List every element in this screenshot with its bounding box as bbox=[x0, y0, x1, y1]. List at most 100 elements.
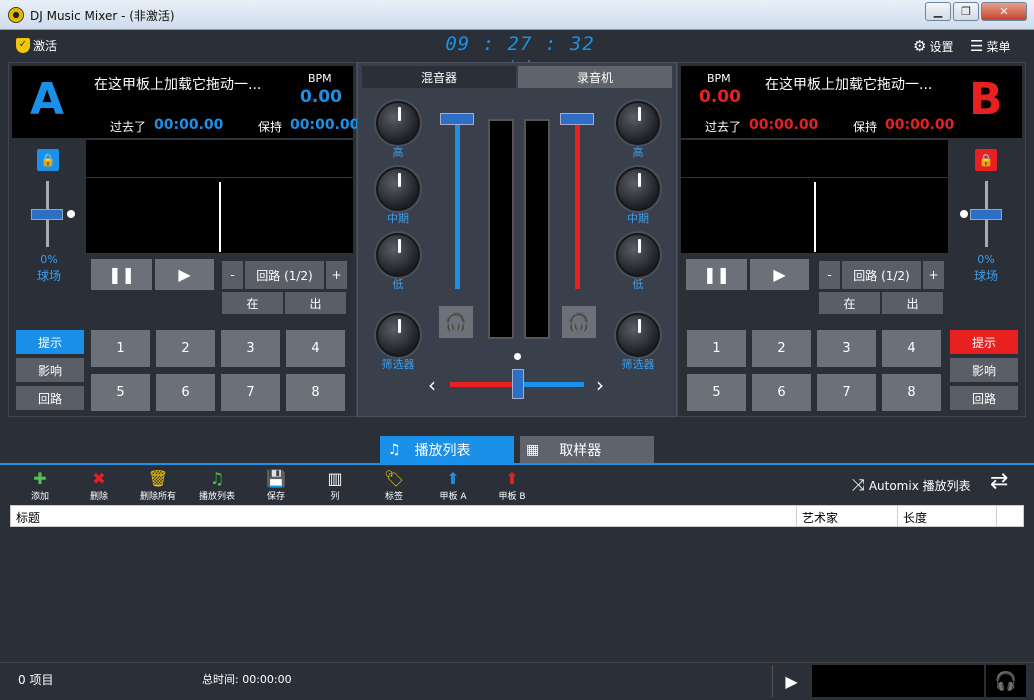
deck-a-loop-plus-button[interactable]: + bbox=[326, 261, 347, 289]
add-button[interactable]: ✚ 添加 bbox=[15, 469, 65, 502]
deck-b-effect-button[interactable]: 影响 bbox=[950, 358, 1018, 382]
deck-b-out-button[interactable]: 出 bbox=[882, 292, 943, 314]
playlist-button[interactable]: ♫ 播放列表 bbox=[192, 469, 242, 502]
deck-b-play-button[interactable]: ▶ bbox=[750, 259, 809, 290]
minimize-button[interactable]: ▁ bbox=[925, 2, 951, 21]
deck-a-pad-7[interactable]: 7 bbox=[221, 374, 280, 411]
crossfader-handle[interactable] bbox=[512, 369, 524, 399]
deck-a-load-label: 甲板 A bbox=[439, 492, 467, 502]
restore-button[interactable]: ❐ bbox=[953, 2, 979, 21]
column-title[interactable]: 标题 bbox=[16, 509, 40, 526]
deck-a-waveform[interactable] bbox=[86, 177, 353, 253]
knob-a-low-label: 低 bbox=[392, 278, 404, 291]
tab-playlist[interactable]: ♫ 播放列表 bbox=[380, 436, 514, 463]
volume-fader-b[interactable] bbox=[558, 113, 598, 293]
deck-a-pause-button[interactable]: ❚❚ bbox=[91, 259, 152, 290]
title-bar: DJ Music Mixer - (非激活) ▁ ❐ ✕ bbox=[0, 0, 1034, 30]
deck-a-lock-button[interactable]: 🔒 bbox=[37, 149, 59, 171]
knob-a-high[interactable] bbox=[376, 101, 420, 145]
deck-a-pitch-slider[interactable] bbox=[27, 181, 75, 251]
deck-b-pad-3[interactable]: 3 bbox=[817, 330, 876, 367]
deck-b-pad-1[interactable]: 1 bbox=[687, 330, 746, 367]
knob-b-low-label: 低 bbox=[632, 278, 644, 291]
deck-a-play-button[interactable]: ▶ bbox=[155, 259, 214, 290]
knob-b-low[interactable] bbox=[616, 233, 660, 277]
preview-progress[interactable] bbox=[812, 665, 984, 697]
columns-button[interactable]: ▥ 列 bbox=[310, 469, 360, 502]
deck-b-loop-plus-button[interactable]: + bbox=[923, 261, 944, 289]
deck-b-loop-button[interactable]: 回路 (1/2) bbox=[842, 261, 921, 289]
deck-b-waveform-overview[interactable] bbox=[681, 139, 948, 177]
knob-a-low[interactable] bbox=[376, 233, 420, 277]
volume-fader-a[interactable] bbox=[438, 113, 478, 293]
playlist-list[interactable] bbox=[10, 527, 1024, 662]
deck-a-pad-1[interactable]: 1 bbox=[91, 330, 150, 367]
crossfader-left-arrow[interactable]: ‹ bbox=[428, 373, 436, 397]
preview-headphone-button[interactable]: 🎧 bbox=[986, 665, 1026, 697]
column-length[interactable]: 长度 bbox=[903, 509, 927, 526]
knob-a-filter[interactable] bbox=[376, 313, 420, 357]
headphone-b-button[interactable]: 🎧 bbox=[562, 306, 596, 338]
activate-button[interactable]: ✓ 激活 bbox=[16, 37, 57, 54]
deck-a-pad-4[interactable]: 4 bbox=[286, 330, 345, 367]
deck-a-load-button[interactable]: ⬆ 甲板 A bbox=[428, 469, 478, 502]
deck-b-pad-4[interactable]: 4 bbox=[882, 330, 941, 367]
deck-a-loop-mode-button[interactable]: 回路 bbox=[16, 386, 84, 410]
deck-a-effect-button[interactable]: 影响 bbox=[16, 358, 84, 382]
deck-b-pad-2[interactable]: 2 bbox=[752, 330, 811, 367]
crossfader[interactable] bbox=[450, 353, 584, 403]
settings-button[interactable]: ⚙ 设置 bbox=[913, 37, 953, 55]
deck-b-in-button[interactable]: 在 bbox=[819, 292, 880, 314]
deck-b-waveform[interactable] bbox=[681, 177, 948, 253]
column-artist[interactable]: 艺术家 bbox=[802, 509, 838, 526]
delete-all-button[interactable]: 🗑 删除所有 bbox=[133, 469, 183, 502]
deck-a-pad-3[interactable]: 3 bbox=[221, 330, 280, 367]
deck-a-cue-button[interactable]: 提示 bbox=[16, 330, 84, 354]
hamburger-icon: ☰ bbox=[970, 37, 984, 55]
tag-button[interactable]: 🏷 标签 bbox=[369, 469, 419, 502]
deck-a-waveform-overview[interactable] bbox=[86, 139, 353, 177]
deck-b-pause-button[interactable]: ❚❚ bbox=[686, 259, 747, 290]
repeat-button[interactable]: ⇄ bbox=[990, 469, 1008, 494]
deck-a-out-button[interactable]: 出 bbox=[285, 292, 346, 314]
menu-button[interactable]: ☰ 菜单 bbox=[970, 37, 1010, 55]
deck-b-pad-7[interactable]: 7 bbox=[817, 374, 876, 411]
deck-b-pitch-label: 球场 bbox=[973, 269, 998, 283]
close-button[interactable]: ✕ bbox=[981, 2, 1027, 21]
deck-b-pad-6[interactable]: 6 bbox=[752, 374, 811, 411]
tab-recorder[interactable]: 录音机 bbox=[518, 66, 672, 88]
deck-a-pad-5[interactable]: 5 bbox=[91, 374, 150, 411]
crossfader-right-arrow[interactable]: › bbox=[596, 373, 604, 397]
volume-fader-a-handle[interactable] bbox=[440, 113, 474, 125]
delete-button[interactable]: ✖ 删除 bbox=[74, 469, 124, 502]
deck-b-load-button[interactable]: ⬆ 甲板 B bbox=[487, 469, 537, 502]
headphone-a-button[interactable]: 🎧 bbox=[439, 306, 473, 338]
save-button[interactable]: 💾 保存 bbox=[251, 469, 301, 502]
tab-sampler[interactable]: ▦ 取样器 bbox=[520, 436, 654, 463]
deck-b-pad-5[interactable]: 5 bbox=[687, 374, 746, 411]
deck-b-loop-mode-button[interactable]: 回路 bbox=[950, 386, 1018, 410]
preview-play-button[interactable]: ▶ bbox=[772, 665, 810, 697]
deck-b-pitch-handle[interactable] bbox=[970, 209, 1002, 220]
deck-a-pitch-handle[interactable] bbox=[31, 209, 63, 220]
deck-a-loop-button[interactable]: 回路 (1/2) bbox=[245, 261, 324, 289]
knob-b-mid[interactable] bbox=[616, 167, 660, 211]
tab-mixer[interactable]: 混音器 bbox=[362, 66, 516, 88]
deck-a-pad-8[interactable]: 8 bbox=[286, 374, 345, 411]
knob-b-filter[interactable] bbox=[616, 313, 660, 357]
deck-b-loop-minus-button[interactable]: - bbox=[819, 261, 840, 289]
deck-b-lock-button[interactable]: 🔒 bbox=[975, 149, 997, 171]
deck-b-cue-button[interactable]: 提示 bbox=[950, 330, 1018, 354]
deck-b-pad-8[interactable]: 8 bbox=[882, 374, 941, 411]
automix-button[interactable]: ⤨ Automix 播放列表 bbox=[852, 475, 971, 495]
deck-a-in-button[interactable]: 在 bbox=[222, 292, 283, 314]
deck-a-pad-2[interactable]: 2 bbox=[156, 330, 215, 367]
deck-b-load-label: 甲板 B bbox=[498, 492, 526, 502]
deck-b-pitch-slider[interactable] bbox=[958, 181, 1004, 251]
deck-a-loop-minus-button[interactable]: - bbox=[222, 261, 243, 289]
deck-a-pad-6[interactable]: 6 bbox=[156, 374, 215, 411]
volume-fader-b-handle[interactable] bbox=[560, 113, 594, 125]
play-icon: ▶ bbox=[178, 265, 191, 284]
knob-a-mid[interactable] bbox=[376, 167, 420, 211]
knob-b-high[interactable] bbox=[616, 101, 660, 145]
